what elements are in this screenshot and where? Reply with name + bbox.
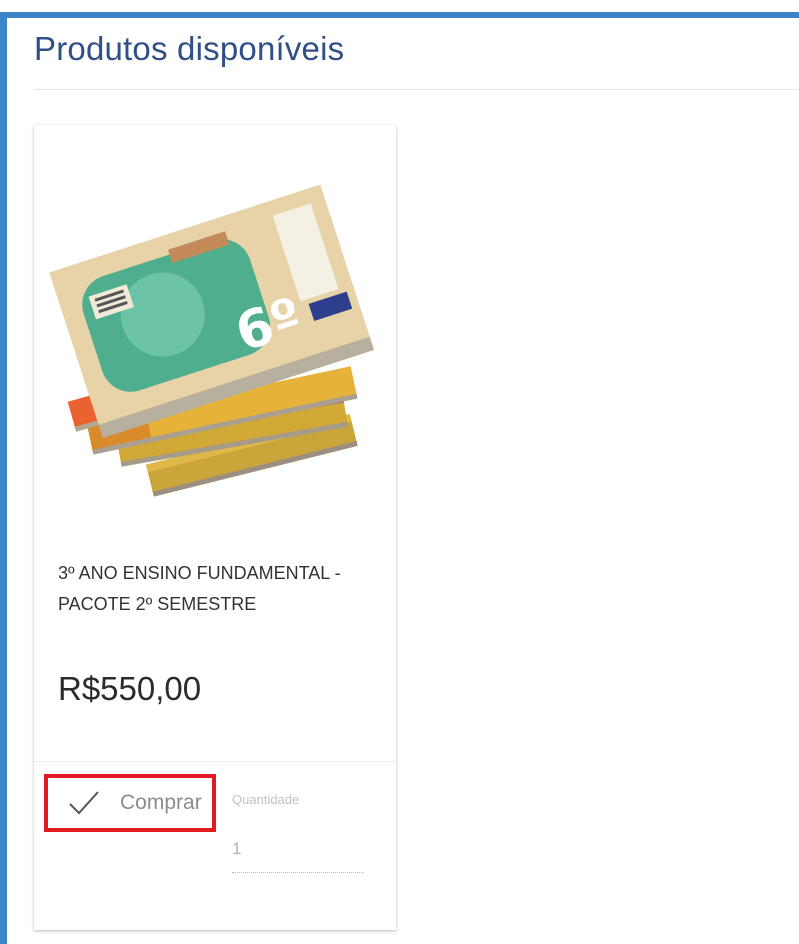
frame-top-border	[0, 12, 799, 18]
buy-button-label: Comprar	[120, 791, 202, 814]
quantity-label: Quantidade	[232, 792, 300, 807]
product-price: R$550,00	[58, 670, 202, 707]
page-frame: Produtos disponíveis 6º 3º ANO ENSINO FU…	[0, 0, 799, 944]
title-divider	[34, 89, 799, 90]
product-card: 6º 3º ANO ENSINO FUNDAMENTAL - PACOTE 2º…	[34, 125, 396, 930]
frame-left-border	[0, 12, 7, 944]
page-title: Produtos disponíveis	[34, 30, 345, 67]
buy-button[interactable]: Comprar	[44, 774, 216, 832]
book-stack-image[interactable]: 6º	[46, 155, 386, 510]
quantity-input[interactable]	[232, 825, 364, 873]
check-icon	[69, 791, 99, 815]
card-divider	[34, 761, 396, 762]
product-name: 3º ANO ENSINO FUNDAMENTAL - PACOTE 2º SE…	[58, 563, 341, 614]
